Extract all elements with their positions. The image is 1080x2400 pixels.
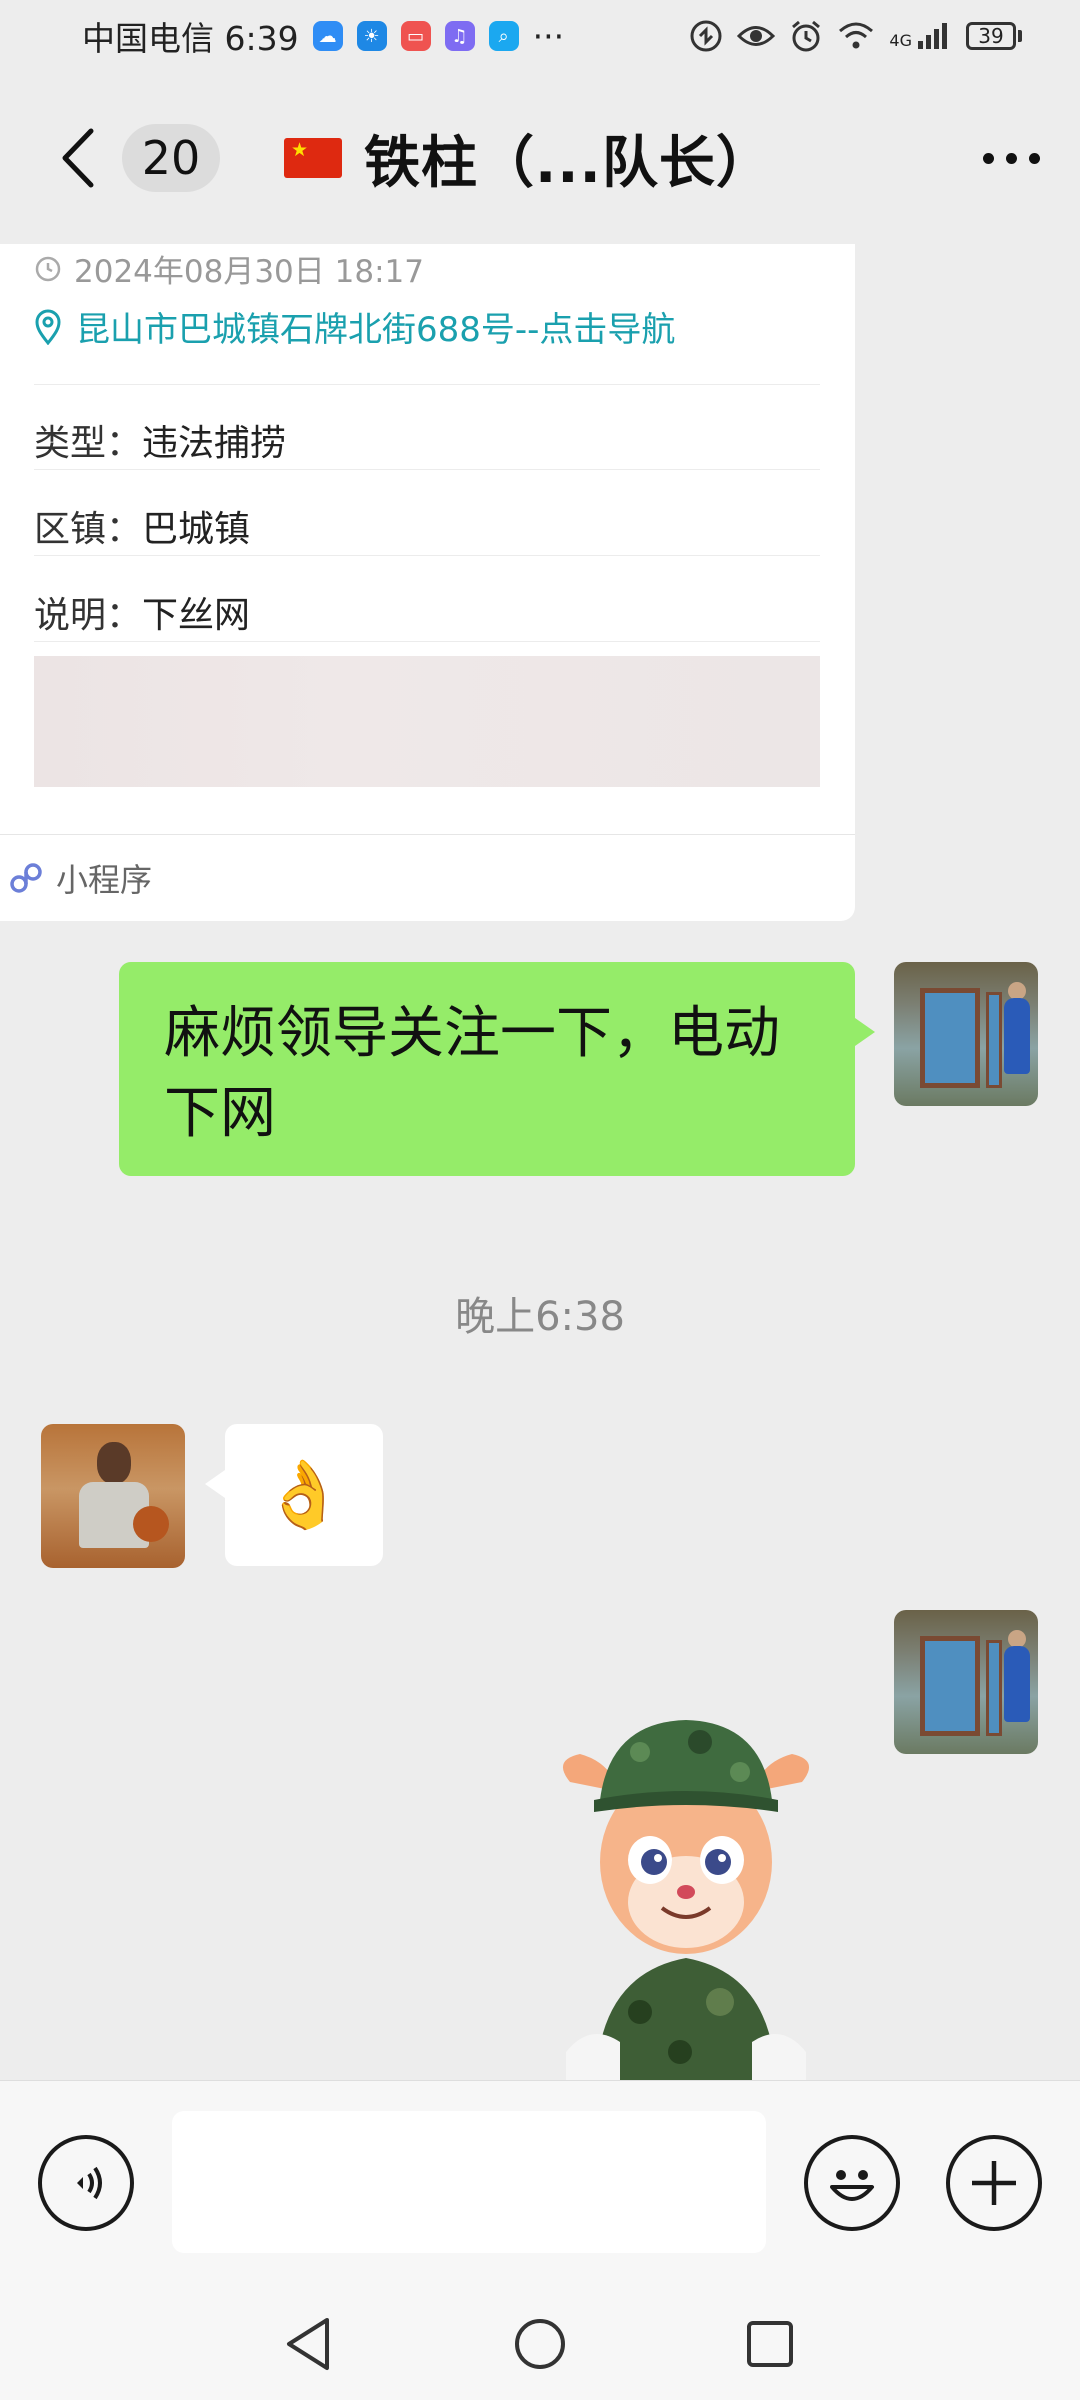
card-field-note-value: 下丝网 xyxy=(142,595,251,636)
battery-icon: 39 xyxy=(966,22,1022,50)
card-datetime: 2024年08月30日 18:17 xyxy=(74,254,424,290)
chat-input-bar xyxy=(0,2080,1080,2290)
network-type: 4G xyxy=(889,31,912,50)
wechat-chat-screen: 中国电信 6:39 ☁ ☀ ▭ ♫ ⌕ ··· 4G 39 20 ★ 铁柱（..… xyxy=(0,0,1080,2400)
card-divider xyxy=(34,555,820,556)
chevron-left-icon xyxy=(62,128,94,188)
mini-program-card[interactable]: 2024年08月30日 18:17 昆山市巴城镇石牌北街688号--点击导航 类… xyxy=(0,244,855,921)
system-back-button[interactable] xyxy=(278,2314,338,2374)
card-divider xyxy=(34,469,820,470)
signal-icon xyxy=(918,23,947,49)
square-recents-icon xyxy=(747,2321,793,2367)
chat-header: 20 ★ 铁柱（...队长） xyxy=(0,72,1080,244)
search-app-icon: ⌕ xyxy=(488,21,519,51)
system-navigation-bar xyxy=(0,2290,1080,2400)
card-field-district-key: 区镇： xyxy=(34,509,143,550)
weather-app-icon: ☀ xyxy=(356,21,387,51)
triangle-back-icon xyxy=(287,2318,329,2370)
message-input[interactable] xyxy=(172,2111,766,2253)
wifi-icon xyxy=(839,22,874,49)
ok-hand-emoji: 👌 xyxy=(262,1456,346,1533)
clock-icon xyxy=(35,256,61,281)
plus-icon xyxy=(972,2161,1016,2205)
mini-program-icon xyxy=(10,863,42,893)
incoming-message-bubble[interactable]: 👌 xyxy=(205,1424,383,1566)
card-field-type: 类型：违法捕捞 xyxy=(34,414,286,466)
battery-tip xyxy=(1018,30,1022,42)
voice-icon xyxy=(77,2166,102,2200)
sticker-art xyxy=(562,1720,810,2080)
carrier-time: 中国电信 6:39 xyxy=(82,19,299,58)
card-datetime-row: 2024年08月30日 18:17 xyxy=(34,246,424,291)
battery-level: 39 xyxy=(966,22,1016,50)
system-recents-button[interactable] xyxy=(740,2314,800,2374)
card-footer-label: 小程序 xyxy=(56,861,153,899)
card-field-note-key: 说明： xyxy=(34,595,143,636)
status-left: 中国电信 6:39 ☁ ☀ ▭ ♫ ⌕ ··· xyxy=(82,12,564,60)
card-image-placeholder xyxy=(34,656,820,787)
china-flag-icon: ★ xyxy=(284,138,342,178)
huawei-app-icon: ▭ xyxy=(400,21,431,51)
card-divider xyxy=(34,384,820,385)
system-home-button[interactable] xyxy=(510,2314,570,2374)
time-separator: 晚上6:38 xyxy=(455,1294,625,1340)
message-list[interactable]: 2024年08月30日 18:17 昆山市巴城镇石牌北街688号--点击导航 类… xyxy=(0,244,1080,2080)
unread-count-badge[interactable]: 20 xyxy=(122,124,220,192)
circle-home-icon xyxy=(515,2319,565,2369)
card-field-note: 说明：下丝网 xyxy=(34,586,250,638)
card-address-text: 昆山市巴城镇石牌北街688号--点击导航 xyxy=(76,310,676,350)
card-field-district-value: 巴城镇 xyxy=(142,509,251,550)
card-divider xyxy=(34,641,820,642)
card-footer: 小程序 xyxy=(0,834,855,921)
contact-avatar[interactable] xyxy=(41,1424,185,1568)
alarm-icon xyxy=(792,20,821,52)
voice-input-button[interactable] xyxy=(38,2135,134,2231)
back-button[interactable] xyxy=(54,123,100,193)
eye-comfort-icon xyxy=(737,26,776,46)
card-field-type-key: 类型： xyxy=(34,423,143,464)
more-options-button[interactable] xyxy=(983,152,1040,164)
outgoing-message-bubble[interactable]: 麻烦领导关注一下，电动下网 xyxy=(119,962,875,1176)
chat-title-group: ★ 铁柱（...队长） xyxy=(284,118,773,199)
card-address-link[interactable]: 昆山市巴城镇石牌北街688号--点击导航 xyxy=(34,302,675,351)
cloud-app-icon: ☁ xyxy=(312,21,343,51)
card-field-district: 区镇：巴城镇 xyxy=(34,500,250,552)
location-pin-icon xyxy=(35,309,61,345)
nfc-icon xyxy=(690,20,722,52)
music-app-icon: ♫ xyxy=(444,21,475,51)
my-avatar[interactable] xyxy=(894,962,1038,1106)
chat-title: 铁柱（...队长） xyxy=(364,130,773,196)
status-bar: 中国电信 6:39 ☁ ☀ ▭ ♫ ⌕ ··· 4G 39 xyxy=(0,0,1080,72)
more-notifications-icon: ··· xyxy=(532,16,565,56)
status-right: 4G 39 xyxy=(689,19,1022,53)
emoji-button[interactable] xyxy=(804,2135,900,2231)
more-functions-button[interactable] xyxy=(946,2135,1042,2231)
deer-soldier-sticker[interactable] xyxy=(550,1712,822,2080)
my-avatar[interactable] xyxy=(894,1610,1038,1754)
smiley-icon xyxy=(830,2170,874,2201)
card-field-type-value: 违法捕捞 xyxy=(142,423,287,464)
